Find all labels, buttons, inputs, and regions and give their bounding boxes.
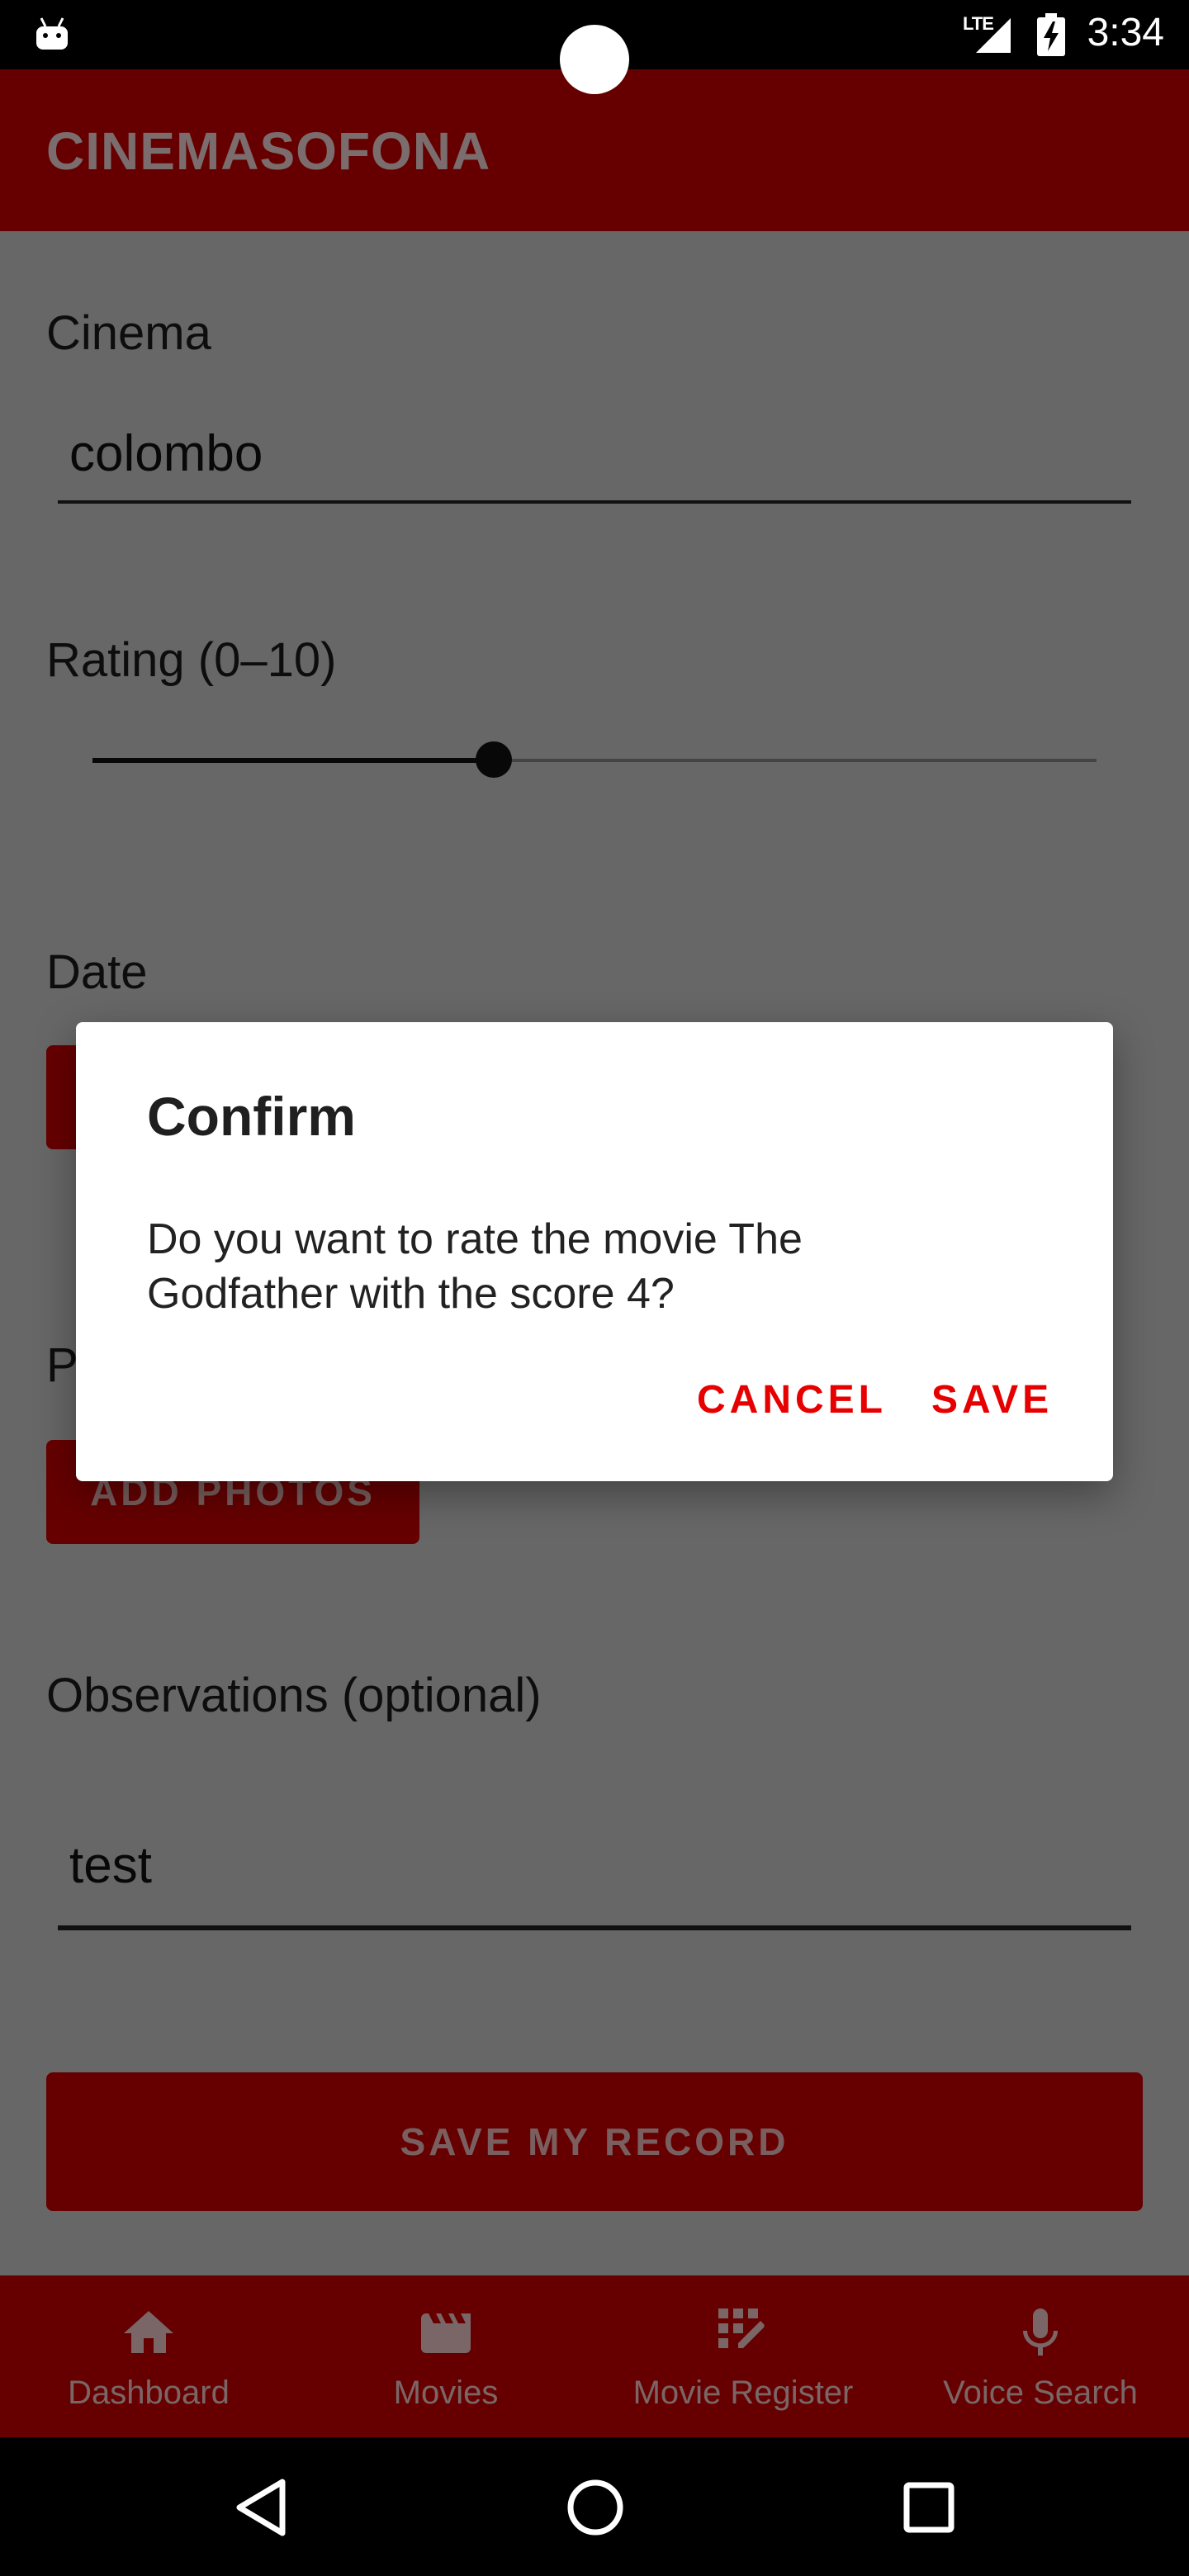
save-button[interactable]: SAVE [931,1377,1053,1423]
dialog-message: Do you want to rate the movie The Godfat… [147,1215,803,1318]
signal-icon [976,18,1011,53]
battery-charging-icon [1037,13,1065,56]
recents-icon[interactable] [892,2470,966,2545]
dialog-title: Confirm [147,1086,356,1147]
screen: LTE 3:34 CINEMASOFONA Cinema colombo Rat… [0,0,1189,2576]
confirm-dialog: Confirm Do you want to rate the movie Th… [76,1022,1113,1481]
clock: 3:34 [1087,11,1164,54]
back-icon[interactable] [225,2470,299,2545]
camera-cutout [560,25,629,94]
system-navigation-bar [0,2437,1189,2576]
cancel-button[interactable]: CANCEL [697,1377,887,1423]
home-button-icon[interactable] [558,2470,632,2545]
android-icon [36,17,68,50]
